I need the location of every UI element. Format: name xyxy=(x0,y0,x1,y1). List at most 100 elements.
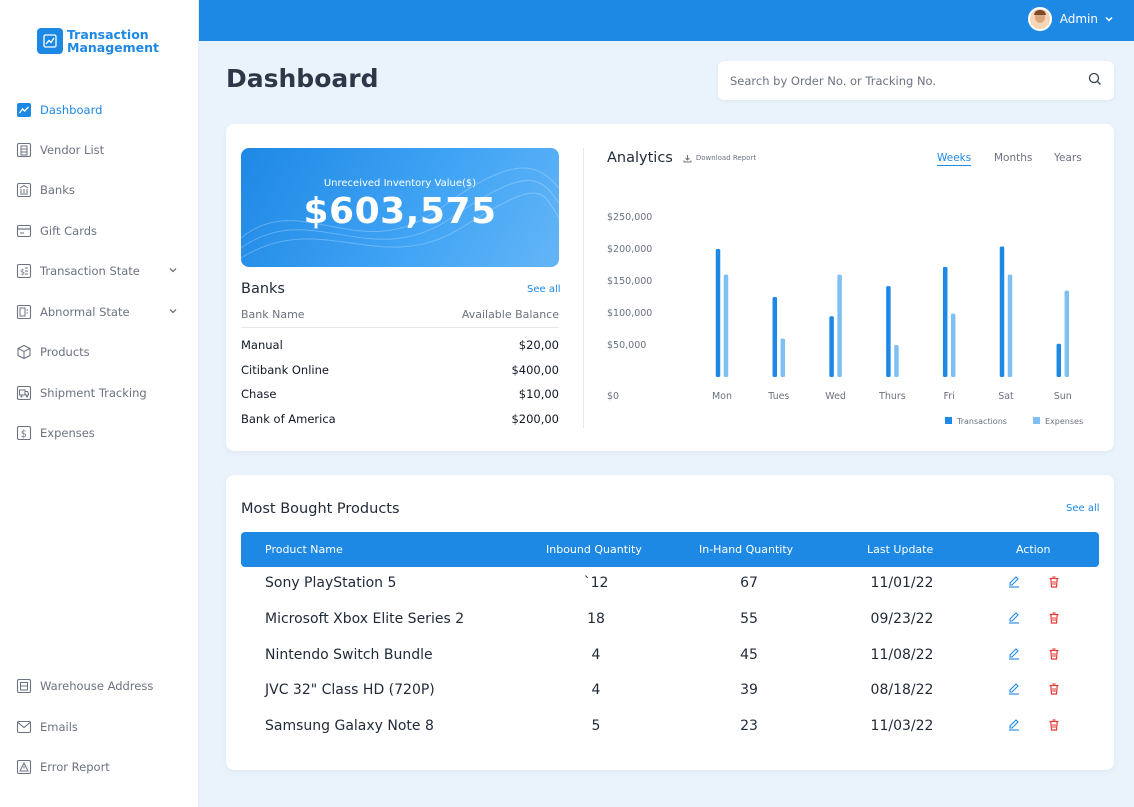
warehouse-icon xyxy=(16,678,32,694)
delete-icon[interactable] xyxy=(1047,647,1063,663)
product-name: Nintendo Switch Bundle xyxy=(265,647,433,663)
bar-expenses xyxy=(894,345,899,377)
edit-icon[interactable] xyxy=(1007,647,1023,663)
products-title: Most Bought Products xyxy=(241,501,400,517)
inbound-quantity: 5 xyxy=(591,718,601,734)
user-menu[interactable]: Admin xyxy=(1027,7,1114,31)
sidebar: Transaction Management Dashboard Vendor … xyxy=(0,0,199,807)
banks-see-all-link[interactable]: See all xyxy=(527,284,561,295)
sidebar-item-label: Products xyxy=(40,345,90,359)
download-report-label: Download Report xyxy=(695,154,757,162)
bar-transactions xyxy=(715,249,721,377)
bar-transactions xyxy=(1056,343,1062,377)
bank-name-header: Bank Name xyxy=(241,308,305,321)
bank-row: Bank of America $200,00 xyxy=(241,412,559,426)
search-icon[interactable] xyxy=(1088,71,1102,90)
sidebar-item-vendor-list[interactable]: Vendor List xyxy=(16,138,186,162)
product-name: Samsung Galaxy Note 8 xyxy=(265,718,434,734)
user-name: Admin xyxy=(1059,12,1098,26)
sidebar-item-expenses[interactable]: $ Expenses xyxy=(16,421,186,445)
delete-icon[interactable] xyxy=(1047,575,1063,591)
bank-name: Citibank Online xyxy=(241,363,329,377)
last-update: 08/18/22 xyxy=(870,682,934,698)
in-hand-quantity-header: In-Hand Quantity xyxy=(699,543,794,556)
bar-transactions xyxy=(829,316,834,377)
app-name: Transaction Management xyxy=(67,28,159,54)
sidebar-item-shipment-tracking[interactable]: Shipment Tracking xyxy=(16,381,186,405)
table-row: Nintendo Switch Bundle 4 45 11/08/22 xyxy=(241,639,1099,673)
chevron-down-icon[interactable] xyxy=(168,264,178,278)
inbound-quantity: 18 xyxy=(587,611,605,627)
chart-logo-icon xyxy=(37,28,63,54)
wave-decoration xyxy=(241,167,559,259)
sidebar-item-emails[interactable]: Emails xyxy=(16,715,186,739)
tab-weeks[interactable]: Weeks xyxy=(937,152,972,166)
inventory-value-card: Unreceived Inventory Value($) $603,575 xyxy=(241,148,559,267)
avatar xyxy=(1027,7,1052,31)
tab-months[interactable]: Months xyxy=(994,152,1032,164)
svg-text:$: $ xyxy=(20,268,25,277)
table-row: Microsoft Xbox Elite Series 2 18 55 09/23/2… xyxy=(241,603,1099,637)
page-title: Dashboard xyxy=(226,64,379,93)
x-tick-label: Sat xyxy=(998,391,1014,402)
chevron-down-icon[interactable] xyxy=(168,305,178,319)
banks-title: Banks xyxy=(241,281,285,297)
delete-icon[interactable] xyxy=(1047,611,1063,627)
y-tick-label: $250,000 xyxy=(607,212,652,223)
bar-expenses xyxy=(780,338,786,377)
y-tick-label: $200,000 xyxy=(607,244,652,255)
x-tick-label: Thurs xyxy=(878,391,906,402)
card-icon xyxy=(16,223,32,239)
sidebar-item-abnormal-state[interactable]: Abnormal State xyxy=(16,300,186,324)
products-table-header: Product Name Inbound Quantity In-Hand Qu… xyxy=(241,532,1099,567)
tab-years[interactable]: Years xyxy=(1054,152,1082,164)
sidebar-item-error-report[interactable]: Error Report xyxy=(16,755,186,779)
sidebar-item-products[interactable]: Products xyxy=(16,340,186,364)
y-tick-label: $50,000 xyxy=(607,340,646,351)
product-name: JVC 32" Class HD (720P) xyxy=(265,682,435,698)
products-see-all-link[interactable]: See all xyxy=(1066,503,1100,514)
search-input[interactable] xyxy=(730,73,1088,88)
box-icon xyxy=(16,344,32,360)
last-update: 11/03/22 xyxy=(870,718,934,734)
product-name: Sony PlayStation 5 xyxy=(265,575,397,591)
sidebar-item-label: Warehouse Address xyxy=(40,679,154,693)
download-icon xyxy=(683,154,692,163)
x-tick-label: Tues xyxy=(767,391,789,402)
app-logo[interactable]: Transaction Management xyxy=(37,28,159,54)
svg-text:$: $ xyxy=(21,429,27,440)
sidebar-item-dashboard[interactable]: Dashboard xyxy=(16,98,186,122)
bank-name: Chase xyxy=(241,387,277,401)
edit-icon[interactable] xyxy=(1007,682,1023,698)
product-name: Microsoft Xbox Elite Series 2 xyxy=(265,611,465,627)
x-tick-label: Sun xyxy=(1054,391,1072,402)
last-update: 09/23/22 xyxy=(870,611,934,627)
edit-icon[interactable] xyxy=(1007,611,1023,627)
x-tick-label: Mon xyxy=(712,391,732,402)
download-report-button[interactable]: Download Report xyxy=(683,154,756,163)
last-update-header: Last Update xyxy=(867,543,934,556)
sidebar-item-warehouse-address[interactable]: Warehouse Address xyxy=(16,674,186,698)
edit-icon[interactable] xyxy=(1007,718,1023,734)
sidebar-item-label: Emails xyxy=(40,720,78,734)
bank-row: Chase $10,00 xyxy=(241,387,559,401)
delete-icon[interactable] xyxy=(1047,682,1063,698)
edit-icon[interactable] xyxy=(1007,575,1023,591)
inbound-quantity: 4 xyxy=(591,647,601,663)
product-name-header: Product Name xyxy=(265,543,343,556)
sidebar-item-banks[interactable]: Banks xyxy=(16,178,186,202)
legend-swatch xyxy=(945,417,952,424)
sidebar-item-transaction-state[interactable]: $ Transaction State xyxy=(16,259,186,283)
sidebar-item-label: Vendor List xyxy=(40,143,105,157)
sidebar-item-label: Transaction State xyxy=(40,264,140,278)
chart-line-icon xyxy=(16,102,32,118)
document-icon xyxy=(16,304,32,320)
bank-balance: $200,00 xyxy=(511,412,559,426)
bank-row: Manual $20,00 xyxy=(241,338,559,352)
last-update: 11/01/22 xyxy=(870,575,934,591)
bar-transactions xyxy=(942,266,948,377)
bar-transactions xyxy=(772,297,778,377)
bank-balance: $10,00 xyxy=(518,387,559,401)
sidebar-item-gift-cards[interactable]: Gift Cards xyxy=(16,219,186,243)
delete-icon[interactable] xyxy=(1047,718,1063,734)
